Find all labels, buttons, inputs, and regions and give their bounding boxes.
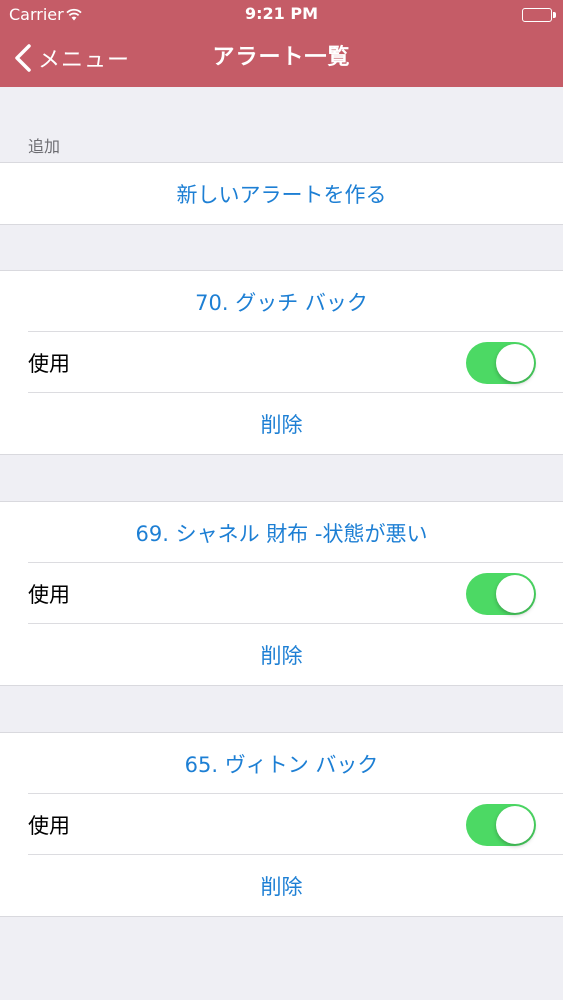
delete-cell[interactable]: 削除 [0,393,563,454]
use-label: 使用 [28,582,70,607]
alert-group: 65. ヴィトン バック 使用 削除 [0,732,563,917]
battery-icon [522,8,556,22]
section-header-add: 追加 [28,137,61,156]
toggle-knob [496,575,534,613]
use-label: 使用 [28,351,70,376]
alert-title[interactable]: 65. ヴィトン バック [185,749,379,779]
delete-button[interactable]: 削除 [261,409,303,439]
create-alert-cell[interactable]: 新しいアラートを作る [0,163,563,224]
alert-title-cell[interactable]: 69. シャネル 財布 -状態が悪い [0,502,563,563]
toggle-knob [496,344,534,382]
delete-button[interactable]: 削除 [261,871,303,901]
alert-group: 69. シャネル 財布 -状態が悪い 使用 削除 [0,501,563,686]
alert-title[interactable]: 70. グッチ バック [195,287,368,317]
top-bar: Carrier 9:21 PM メニュー アラート一覧 [0,0,563,87]
navigation-bar: メニュー アラート一覧 [0,28,563,87]
add-group: 新しいアラートを作る [0,162,563,225]
toggle-knob [496,806,534,844]
alert-title-cell[interactable]: 65. ヴィトン バック [0,733,563,794]
alert-group: 70. グッチ バック 使用 削除 [0,270,563,455]
use-toggle-cell: 使用 [0,332,563,393]
use-label: 使用 [28,813,70,838]
use-toggle-cell: 使用 [0,794,563,855]
alert-title[interactable]: 69. シャネル 財布 -状態が悪い [136,518,428,548]
create-alert-button[interactable]: 新しいアラートを作る [177,179,387,209]
use-toggle-cell: 使用 [0,563,563,624]
status-time: 9:21 PM [244,4,318,23]
use-toggle[interactable] [466,573,536,615]
delete-cell[interactable]: 削除 [0,624,563,685]
status-bar: Carrier 9:21 PM [0,0,563,28]
page-title: アラート一覧 [212,45,351,70]
delete-cell[interactable]: 削除 [0,855,563,916]
alert-title-cell[interactable]: 70. グッチ バック [0,271,563,332]
delete-button[interactable]: 削除 [261,640,303,670]
use-toggle[interactable] [466,804,536,846]
use-toggle[interactable] [466,342,536,384]
